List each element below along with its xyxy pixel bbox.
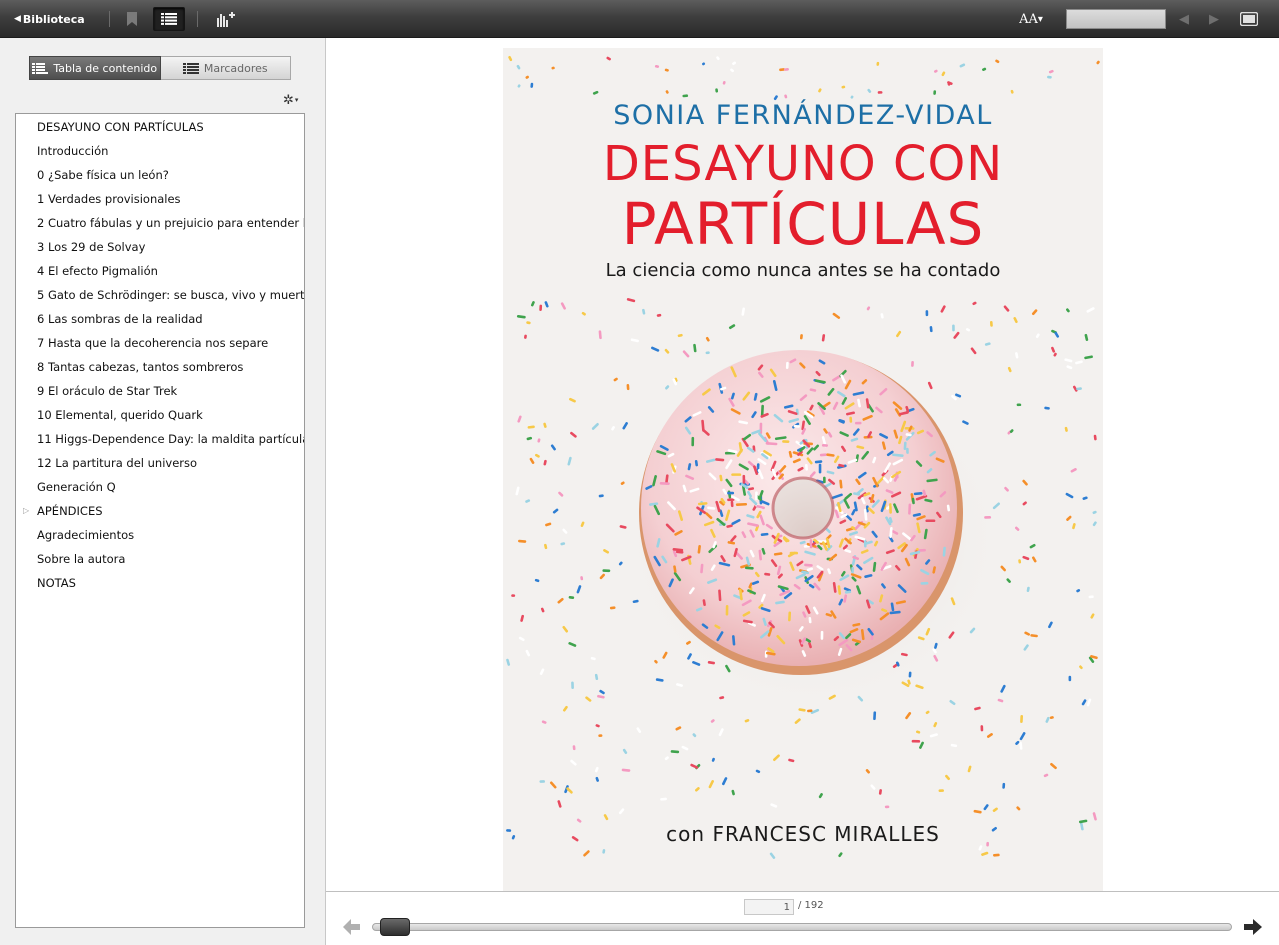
toc-item[interactable]: 6 Las sombras de la realidad: [16, 308, 304, 332]
chevron-down-icon: ▾: [1037, 13, 1043, 25]
page-number-input[interactable]: [744, 899, 794, 915]
toolbar-divider: [197, 11, 198, 27]
tab-bookmarks[interactable]: Marcadores: [160, 56, 291, 80]
toc-item-label: 4 El efecto Pigmalión: [37, 264, 158, 278]
book-cover: SONIA FERNÁNDEZ-VIDAL DESAYUNO CON PARTÍ…: [503, 48, 1103, 891]
cover-subtitle: La ciencia como nunca antes se ha contad…: [605, 260, 1001, 281]
fullscreen-icon: [1240, 12, 1258, 26]
toc-item[interactable]: NOTAS: [16, 572, 304, 596]
toc-item[interactable]: 2 Cuatro fábulas y un prejuicio para ent…: [16, 212, 304, 236]
toc-item[interactable]: Introducción: [16, 140, 304, 164]
library-back-button[interactable]: ◀ Biblioteca: [14, 10, 85, 28]
toc-item-label: 1 Verdades provisionales: [37, 192, 181, 206]
cover-title-line1: DESAYUNO CON: [602, 136, 1004, 192]
font-size-label: AA: [1019, 11, 1038, 27]
toc-settings-button[interactable]: ✲ ▾: [283, 92, 303, 108]
chevron-down-icon: ▾: [294, 96, 299, 104]
toc-item[interactable]: 3 Los 29 de Solvay: [16, 236, 304, 260]
toc-item-label: Introducción: [37, 144, 109, 158]
toc-item[interactable]: 12 La partitura del universo: [16, 452, 304, 476]
toc-item-label: 0 ¿Sabe física un león?: [37, 168, 169, 182]
page-total-label: / 192: [798, 900, 824, 911]
toc-list: DESAYUNO CON PARTÍCULAS Introducción 0 ¿…: [15, 113, 305, 928]
toc-item[interactable]: Agradecimientos: [16, 524, 304, 548]
tab-label: Marcadores: [203, 61, 268, 75]
search-input[interactable]: [1066, 9, 1166, 29]
toc-item-label: 5 Gato de Schrödinger: se busca, vivo y …: [37, 288, 304, 302]
search-next-button[interactable]: ▶: [1204, 9, 1224, 29]
add-annotation-button[interactable]: [210, 8, 240, 30]
progress-slider-thumb[interactable]: [380, 918, 411, 936]
bookmarks-list-icon: [182, 62, 199, 74]
cover-title-line2: PARTÍCULAS: [621, 190, 985, 258]
previous-page-button[interactable]: [342, 918, 362, 936]
toc-item[interactable]: Sobre la autora: [16, 548, 304, 572]
bookmark-button[interactable]: [121, 9, 143, 29]
expand-triangle-icon[interactable]: ▷: [23, 500, 29, 522]
chart-plus-icon: [217, 12, 235, 27]
toc-item-label: 7 Hasta que la decoherencia nos separe: [37, 336, 269, 350]
bookmark-icon: [127, 12, 137, 26]
toc-item-label: APÉNDICES: [37, 504, 103, 518]
gear-icon: ✲: [283, 92, 294, 108]
toc-item-label: Sobre la autora: [37, 552, 126, 566]
toc-item[interactable]: DESAYUNO CON PARTÍCULAS: [16, 116, 304, 140]
toc-item[interactable]: 8 Tantas cabezas, tantos sombreros: [16, 356, 304, 380]
tab-label: Tabla de contenido: [53, 61, 158, 75]
cover-coauthor: con FRANCESC MIRALLES: [666, 822, 940, 846]
toc-item[interactable]: 5 Gato de Schrödinger: se busca, vivo y …: [16, 284, 304, 308]
toc-item-label: Generación Q: [37, 480, 116, 494]
toc-item[interactable]: 0 ¿Sabe física un león?: [16, 164, 304, 188]
toc-item[interactable]: 1 Verdades provisionales: [16, 188, 304, 212]
toc-item[interactable]: 4 El efecto Pigmalión: [16, 260, 304, 284]
toc-item-label: 10 Elemental, querido Quark: [37, 408, 203, 422]
toc-item[interactable]: 11 Higgs-Dependence Day: la maldita part…: [16, 428, 304, 452]
progress-slider-track[interactable]: [372, 923, 1232, 931]
toolbar-divider: [109, 11, 110, 27]
toc-item-label: 6 Las sombras de la realidad: [37, 312, 203, 326]
back-arrow-icon: ◀: [14, 14, 21, 24]
toc-item[interactable]: 7 Hasta que la decoherencia nos separe: [16, 332, 304, 356]
sidebar-tabs: Tabla de contenido Marcadores: [29, 56, 291, 80]
toc-item[interactable]: 10 Elemental, querido Quark: [16, 404, 304, 428]
cover-author: SONIA FERNÁNDEZ-VIDAL: [613, 100, 993, 131]
library-back-label: Biblioteca: [22, 12, 85, 26]
top-toolbar: ◀ Biblioteca AA ▾ ◀ ▶: [0, 0, 1279, 38]
triangle-left-icon: ◀: [1179, 11, 1189, 27]
toc-item-label: 12 La partitura del universo: [37, 456, 198, 470]
toc-item-label: DESAYUNO CON PARTÍCULAS: [37, 120, 204, 134]
toc-item-label: 11 Higgs-Dependence Day: la maldita part…: [37, 432, 304, 446]
tab-table-of-contents[interactable]: Tabla de contenido: [29, 56, 161, 80]
toc-toggle-button[interactable]: [153, 7, 185, 31]
fullscreen-button[interactable]: [1236, 9, 1262, 29]
page-navigation-bar: / 192: [326, 891, 1279, 945]
arrow-right-icon: [1244, 919, 1262, 935]
toc-list-icon: [32, 62, 49, 74]
arrow-left-icon: [343, 919, 360, 935]
list-icon: [161, 13, 177, 25]
search-previous-button[interactable]: ◀: [1174, 9, 1194, 29]
toc-item-label: 8 Tantas cabezas, tantos sombreros: [37, 360, 244, 374]
font-size-button[interactable]: AA ▾: [1016, 9, 1046, 29]
toc-item[interactable]: ▷ APÉNDICES: [16, 500, 304, 524]
toc-item-label: NOTAS: [37, 576, 76, 590]
toc-item-label: 2 Cuatro fábulas y un prejuicio para ent…: [37, 216, 304, 230]
toc-item-label: 9 El oráculo de Star Trek: [37, 384, 178, 398]
sidebar: Tabla de contenido Marcadores ✲ ▾ DESAYUN…: [0, 38, 326, 945]
reader-pane: SONIA FERNÁNDEZ-VIDAL DESAYUNO CON PARTÍ…: [326, 38, 1279, 891]
toc-item[interactable]: Generación Q: [16, 476, 304, 500]
toc-item-label: 3 Los 29 de Solvay: [37, 240, 146, 254]
next-page-button[interactable]: [1242, 918, 1264, 936]
toc-item-label: Agradecimientos: [37, 528, 135, 542]
toc-item[interactable]: 9 El oráculo de Star Trek: [16, 380, 304, 404]
triangle-right-icon: ▶: [1209, 11, 1219, 27]
